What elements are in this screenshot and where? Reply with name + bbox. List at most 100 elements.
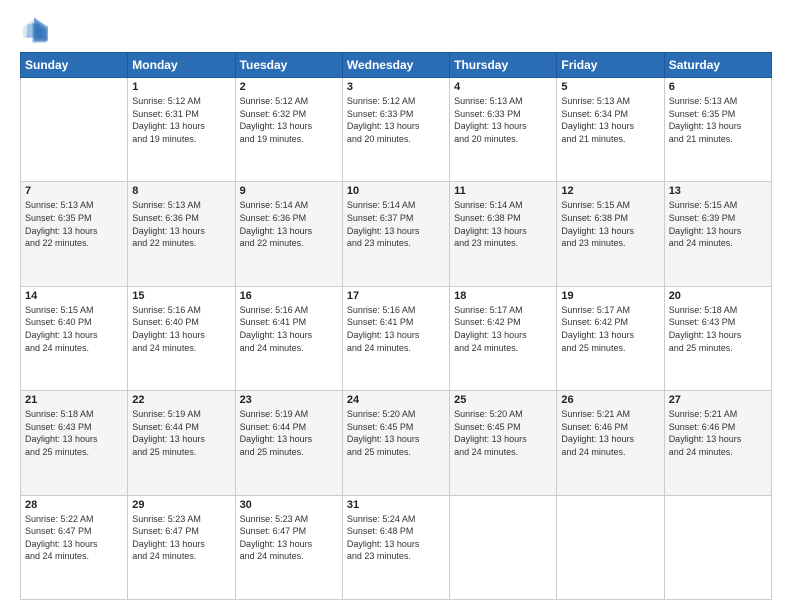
day-info: Sunrise: 5:22 AMSunset: 6:47 PMDaylight:… <box>25 513 123 563</box>
day-info: Sunrise: 5:16 AMSunset: 6:41 PMDaylight:… <box>240 304 338 354</box>
day-number: 15 <box>132 290 230 302</box>
day-number: 4 <box>454 81 552 93</box>
day-number: 9 <box>240 185 338 197</box>
day-number: 2 <box>240 81 338 93</box>
calendar-cell: 26Sunrise: 5:21 AMSunset: 6:46 PMDayligh… <box>557 391 664 495</box>
day-info: Sunrise: 5:13 AMSunset: 6:35 PMDaylight:… <box>25 199 123 249</box>
calendar-week-3: 14 Sunrise: 5:15 AMSunset: 6:40 PMDayligh… <box>21 286 772 390</box>
calendar-cell: 8Sunrise: 5:13 AMSunset: 6:36 PMDaylight… <box>128 182 235 286</box>
day-number: 7 <box>25 185 123 197</box>
calendar-cell: 24 Sunrise: 5:20 AMSunset: 6:45 PMDayligh… <box>342 391 449 495</box>
day-info: Sunrise: 5:15 AMSunset: 6:40 PMDaylight:… <box>25 304 123 354</box>
calendar-cell: 10 Sunrise: 5:14 AMSunset: 6:37 PMDayligh… <box>342 182 449 286</box>
day-info: Sunrise: 5:20 AMSunset: 6:45 PMDaylight:… <box>454 408 552 458</box>
calendar-cell: 4 Sunrise: 5:13 AMSunset: 6:33 PMDaylight… <box>450 78 557 182</box>
day-number: 20 <box>669 290 767 302</box>
calendar-cell: 21 Sunrise: 5:18 AMSunset: 6:43 PMDayligh… <box>21 391 128 495</box>
day-info: Sunrise: 5:13 AMSunset: 6:33 PMDaylight:… <box>454 95 552 145</box>
day-number: 14 <box>25 290 123 302</box>
calendar-cell: 5 Sunrise: 5:13 AMSunset: 6:34 PMDaylight… <box>557 78 664 182</box>
calendar-cell: 3Sunrise: 5:12 AMSunset: 6:33 PMDaylight… <box>342 78 449 182</box>
day-info: Sunrise: 5:14 AMSunset: 6:37 PMDaylight:… <box>347 199 445 249</box>
calendar-cell: 29 Sunrise: 5:23 AMSunset: 6:47 PMDayligh… <box>128 495 235 599</box>
logo-icon <box>20 16 48 44</box>
calendar-cell: 13 Sunrise: 5:15 AMSunset: 6:39 PMDayligh… <box>664 182 771 286</box>
day-number: 22 <box>132 394 230 406</box>
day-number: 25 <box>454 394 552 406</box>
calendar-cell: 23 Sunrise: 5:19 AMSunset: 6:44 PMDayligh… <box>235 391 342 495</box>
day-info: Sunrise: 5:13 AMSunset: 6:36 PMDaylight:… <box>132 199 230 249</box>
calendar-cell: 31Sunrise: 5:24 AMSunset: 6:48 PMDayligh… <box>342 495 449 599</box>
day-number: 28 <box>25 499 123 511</box>
day-number: 12 <box>561 185 659 197</box>
weekday-friday: Friday <box>557 53 664 78</box>
day-info: Sunrise: 5:12 AMSunset: 6:33 PMDaylight:… <box>347 95 445 145</box>
calendar-cell <box>664 495 771 599</box>
day-number: 16 <box>240 290 338 302</box>
calendar-week-4: 21 Sunrise: 5:18 AMSunset: 6:43 PMDayligh… <box>21 391 772 495</box>
day-number: 18 <box>454 290 552 302</box>
day-info: Sunrise: 5:12 AMSunset: 6:32 PMDaylight:… <box>240 95 338 145</box>
day-number: 17 <box>347 290 445 302</box>
day-info: Sunrise: 5:23 AMSunset: 6:47 PMDaylight:… <box>132 513 230 563</box>
calendar-cell: 16 Sunrise: 5:16 AMSunset: 6:41 PMDayligh… <box>235 286 342 390</box>
weekday-sunday: Sunday <box>21 53 128 78</box>
calendar-cell: 20 Sunrise: 5:18 AMSunset: 6:43 PMDayligh… <box>664 286 771 390</box>
day-number: 21 <box>25 394 123 406</box>
logo <box>20 16 52 44</box>
day-info: Sunrise: 5:12 AMSunset: 6:31 PMDaylight:… <box>132 95 230 145</box>
day-info: Sunrise: 5:18 AMSunset: 6:43 PMDaylight:… <box>25 408 123 458</box>
day-number: 24 <box>347 394 445 406</box>
day-info: Sunrise: 5:17 AMSunset: 6:42 PMDaylight:… <box>561 304 659 354</box>
calendar-cell: 19 Sunrise: 5:17 AMSunset: 6:42 PMDayligh… <box>557 286 664 390</box>
day-info: Sunrise: 5:13 AMSunset: 6:34 PMDaylight:… <box>561 95 659 145</box>
day-info: Sunrise: 5:15 AMSunset: 6:39 PMDaylight:… <box>669 199 767 249</box>
day-number: 23 <box>240 394 338 406</box>
day-info: Sunrise: 5:14 AMSunset: 6:36 PMDaylight:… <box>240 199 338 249</box>
day-info: Sunrise: 5:18 AMSunset: 6:43 PMDaylight:… <box>669 304 767 354</box>
calendar-cell <box>557 495 664 599</box>
day-info: Sunrise: 5:19 AMSunset: 6:44 PMDaylight:… <box>240 408 338 458</box>
weekday-monday: Monday <box>128 53 235 78</box>
calendar-week-2: 7 Sunrise: 5:13 AMSunset: 6:35 PMDaylight… <box>21 182 772 286</box>
day-number: 5 <box>561 81 659 93</box>
calendar-week-1: 1 Sunrise: 5:12 AMSunset: 6:31 PMDaylight… <box>21 78 772 182</box>
weekday-thursday: Thursday <box>450 53 557 78</box>
day-info: Sunrise: 5:21 AMSunset: 6:46 PMDaylight:… <box>561 408 659 458</box>
day-info: Sunrise: 5:15 AMSunset: 6:38 PMDaylight:… <box>561 199 659 249</box>
calendar-cell: 27 Sunrise: 5:21 AMSunset: 6:46 PMDayligh… <box>664 391 771 495</box>
day-info: Sunrise: 5:21 AMSunset: 6:46 PMDaylight:… <box>669 408 767 458</box>
calendar-cell: 11Sunrise: 5:14 AMSunset: 6:38 PMDayligh… <box>450 182 557 286</box>
calendar-cell: 28 Sunrise: 5:22 AMSunset: 6:47 PMDayligh… <box>21 495 128 599</box>
calendar-cell: 12 Sunrise: 5:15 AMSunset: 6:38 PMDayligh… <box>557 182 664 286</box>
day-number: 13 <box>669 185 767 197</box>
calendar-cell: 14 Sunrise: 5:15 AMSunset: 6:40 PMDayligh… <box>21 286 128 390</box>
day-info: Sunrise: 5:19 AMSunset: 6:44 PMDaylight:… <box>132 408 230 458</box>
calendar-cell: 17Sunrise: 5:16 AMSunset: 6:41 PMDayligh… <box>342 286 449 390</box>
calendar-cell: 22 Sunrise: 5:19 AMSunset: 6:44 PMDayligh… <box>128 391 235 495</box>
day-number: 29 <box>132 499 230 511</box>
day-number: 27 <box>669 394 767 406</box>
day-number: 1 <box>132 81 230 93</box>
weekday-tuesday: Tuesday <box>235 53 342 78</box>
calendar-cell: 30 Sunrise: 5:23 AMSunset: 6:47 PMDayligh… <box>235 495 342 599</box>
calendar-week-5: 28 Sunrise: 5:22 AMSunset: 6:47 PMDayligh… <box>21 495 772 599</box>
calendar-cell: 9 Sunrise: 5:14 AMSunset: 6:36 PMDaylight… <box>235 182 342 286</box>
day-info: Sunrise: 5:17 AMSunset: 6:42 PMDaylight:… <box>454 304 552 354</box>
day-number: 6 <box>669 81 767 93</box>
calendar-cell: 2 Sunrise: 5:12 AMSunset: 6:32 PMDaylight… <box>235 78 342 182</box>
day-info: Sunrise: 5:23 AMSunset: 6:47 PMDaylight:… <box>240 513 338 563</box>
calendar-cell: 7 Sunrise: 5:13 AMSunset: 6:35 PMDaylight… <box>21 182 128 286</box>
weekday-saturday: Saturday <box>664 53 771 78</box>
day-number: 10 <box>347 185 445 197</box>
day-number: 30 <box>240 499 338 511</box>
calendar-cell <box>450 495 557 599</box>
day-info: Sunrise: 5:20 AMSunset: 6:45 PMDaylight:… <box>347 408 445 458</box>
day-info: Sunrise: 5:24 AMSunset: 6:48 PMDaylight:… <box>347 513 445 563</box>
page: SundayMondayTuesdayWednesdayThursdayFrid… <box>0 0 792 612</box>
calendar-cell: 1 Sunrise: 5:12 AMSunset: 6:31 PMDaylight… <box>128 78 235 182</box>
day-info: Sunrise: 5:13 AMSunset: 6:35 PMDaylight:… <box>669 95 767 145</box>
calendar-cell: 25 Sunrise: 5:20 AMSunset: 6:45 PMDayligh… <box>450 391 557 495</box>
header <box>20 16 772 44</box>
day-number: 19 <box>561 290 659 302</box>
